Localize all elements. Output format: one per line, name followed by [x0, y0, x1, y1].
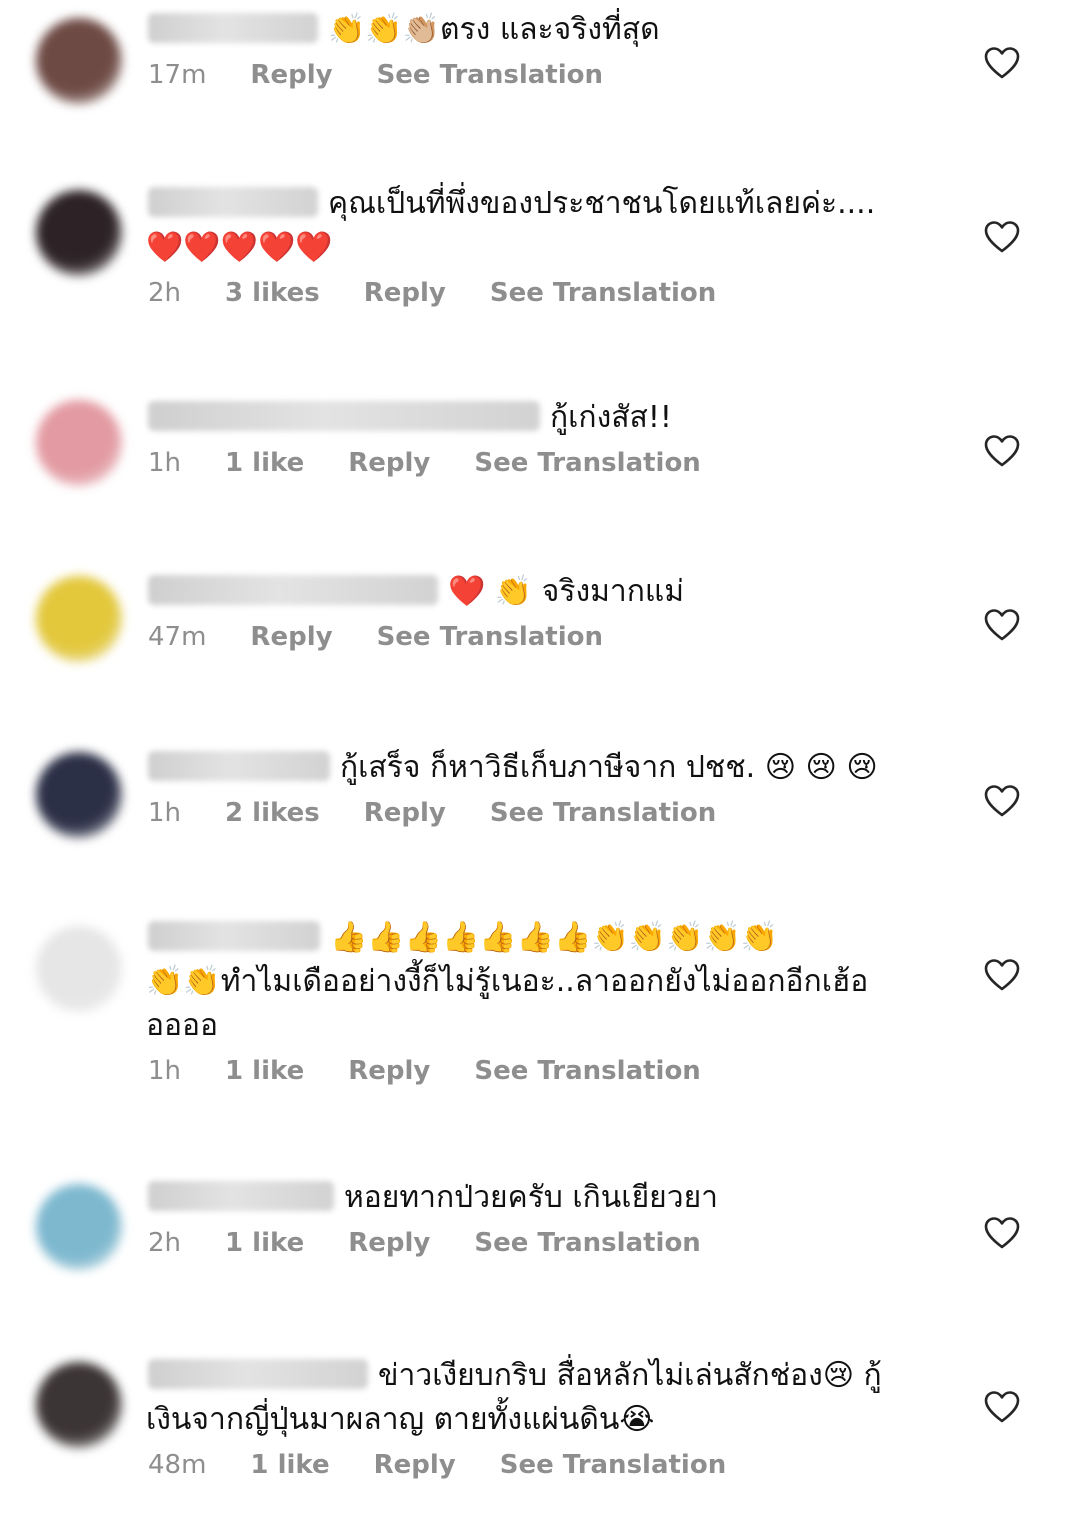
see-translation-button[interactable]: See Translation: [490, 278, 716, 308]
see-translation-button[interactable]: See Translation: [490, 798, 716, 828]
comment-body: ❤️ 👏 จริงมากแม่ 47m Reply See Translation: [148, 570, 938, 652]
comment-text-line: หอยทากป่วยครับ เกินเยียวยา: [148, 1176, 938, 1220]
avatar[interactable]: [36, 18, 122, 104]
comment-text: หอยทากป่วยครับ เกินเยียวยา: [344, 1180, 718, 1215]
heart-outline-icon[interactable]: [984, 608, 1020, 642]
username-blurred[interactable]: [148, 13, 318, 43]
timestamp: 48m: [148, 1450, 207, 1480]
see-translation-button[interactable]: See Translation: [377, 622, 603, 652]
comment-text: เงินจากญี่ปุ่นมาผลาญ ตายทั้งแผ่นดิน😭: [146, 1402, 655, 1437]
likes-count-link[interactable]: 1 like: [225, 1228, 304, 1258]
comment-text-line: กู้เก่งสัส!!: [148, 396, 938, 440]
comment-text: ข่าวเงียบกริบ สื่อหลักไม่เล่นสักช่อง😢 กู…: [378, 1358, 882, 1393]
heart-outline-icon[interactable]: [984, 434, 1020, 468]
comment-text-line: ❤️❤️❤️❤️❤️: [146, 226, 938, 270]
timestamp: 1h: [148, 1056, 182, 1086]
comment-meta: 17m Reply See Translation: [148, 60, 938, 90]
likes-count-link[interactable]: 1 like: [225, 448, 304, 478]
heart-outline-icon[interactable]: [984, 784, 1020, 818]
avatar[interactable]: [36, 576, 122, 662]
reply-button[interactable]: Reply: [364, 278, 446, 308]
comment-text: กู้เสร็จ ก็หาวิธีเก็บภาษีจาก ปชช. 😢 😢 😢: [340, 750, 878, 785]
comment-text-line: ออออ: [146, 1004, 938, 1048]
comment-text-line: 👏👏ทำไมเดืออย่างงี้ก็ไม่รู้เนอะ..ลาออกยัง…: [146, 960, 938, 1004]
comment-body: หอยทากป่วยครับ เกินเยียวยา 2h 1 like Reply S…: [148, 1176, 938, 1258]
reply-button[interactable]: Reply: [250, 622, 332, 652]
avatar[interactable]: [36, 752, 122, 838]
comment-text-line: 👍👍👍👍👍👍👍👏👏👏👏👏: [148, 916, 938, 960]
username-blurred[interactable]: [148, 921, 320, 951]
comment-body: กู้เสร็จ ก็หาวิธีเก็บภาษีจาก ปชช. 😢 😢 😢 1…: [148, 746, 938, 828]
comment-body: 👏👏👏🏼ตรง และจริงที่สุด 17m Reply See Transla…: [148, 8, 938, 90]
comment-meta: 1h 1 like Reply See Translation: [148, 448, 938, 478]
comment-text-line: คุณเป็นที่พึ่งของประชาชนโดยแท้เลยค่ะ....: [148, 182, 938, 226]
comment-meta: 2h 1 like Reply See Translation: [148, 1228, 938, 1258]
see-translation-button[interactable]: See Translation: [474, 1056, 700, 1086]
heart-outline-icon[interactable]: [984, 220, 1020, 254]
comment-text-line: 👏👏👏🏼ตรง และจริงที่สุด: [148, 8, 938, 52]
see-translation-button[interactable]: See Translation: [474, 1228, 700, 1258]
username-blurred[interactable]: [148, 401, 540, 431]
comment-text: ❤️ 👏 จริงมากแม่: [448, 574, 685, 609]
heart-outline-icon[interactable]: [984, 958, 1020, 992]
username-blurred[interactable]: [148, 187, 318, 217]
comment-text: ❤️❤️❤️❤️❤️: [146, 230, 333, 265]
comment-text-line: ข่าวเงียบกริบ สื่อหลักไม่เล่นสักช่อง😢 กู…: [148, 1354, 938, 1398]
timestamp: 1h: [148, 448, 182, 478]
reply-button[interactable]: Reply: [250, 60, 332, 90]
heart-outline-icon[interactable]: [984, 46, 1020, 80]
comment-text-line: กู้เสร็จ ก็หาวิธีเก็บภาษีจาก ปชช. 😢 😢 😢: [148, 746, 938, 790]
comment-meta: 48m 1 like Reply See Translation: [148, 1450, 938, 1480]
comment-text-line: เงินจากญี่ปุ่นมาผลาญ ตายทั้งแผ่นดิน😭: [146, 1398, 938, 1442]
timestamp: 2h: [148, 1228, 182, 1258]
timestamp: 1h: [148, 798, 182, 828]
see-translation-button[interactable]: See Translation: [500, 1450, 726, 1480]
timestamp: 2h: [148, 278, 182, 308]
username-blurred[interactable]: [148, 1359, 368, 1389]
heart-outline-icon[interactable]: [984, 1390, 1020, 1424]
avatar[interactable]: [36, 926, 122, 1012]
see-translation-button[interactable]: See Translation: [474, 448, 700, 478]
username-blurred[interactable]: [148, 575, 438, 605]
comment-text: 👏👏👏🏼ตรง และจริงที่สุด: [328, 12, 660, 47]
comment-body: กู้เก่งสัส!! 1h 1 like Reply See Translation: [148, 396, 938, 478]
timestamp: 47m: [148, 622, 207, 652]
comment-body: ข่าวเงียบกริบ สื่อหลักไม่เล่นสักช่อง😢 กู…: [146, 1354, 938, 1480]
timestamp: 17m: [148, 60, 207, 90]
comment-meta: 1h 2 likes Reply See Translation: [148, 798, 938, 828]
comment-meta: 2h 3 likes Reply See Translation: [148, 278, 938, 308]
reply-button[interactable]: Reply: [348, 1056, 430, 1086]
likes-count-link[interactable]: 1 like: [225, 1056, 304, 1086]
username-blurred[interactable]: [148, 1181, 334, 1211]
avatar[interactable]: [36, 1362, 122, 1448]
avatar[interactable]: [36, 1184, 122, 1270]
comment-meta: 1h 1 like Reply See Translation: [148, 1056, 938, 1086]
reply-button[interactable]: Reply: [364, 798, 446, 828]
reply-button[interactable]: Reply: [374, 1450, 456, 1480]
username-blurred[interactable]: [148, 751, 330, 781]
likes-count-link[interactable]: 2 likes: [225, 798, 320, 828]
comment-body: คุณเป็นที่พึ่งของประชาชนโดยแท้เลยค่ะ....…: [146, 182, 938, 308]
likes-count-link[interactable]: 3 likes: [225, 278, 320, 308]
comment-text: กู้เก่งสัส!!: [550, 400, 672, 435]
likes-count-link[interactable]: 1 like: [250, 1450, 329, 1480]
comment-text: 👍👍👍👍👍👍👍👏👏👏👏👏: [330, 920, 779, 955]
heart-outline-icon[interactable]: [984, 1216, 1020, 1250]
comment-text: คุณเป็นที่พึ่งของประชาชนโดยแท้เลยค่ะ....: [328, 186, 876, 221]
comment-body: 👍👍👍👍👍👍👍👏👏👏👏👏 👏👏ทำไมเดืออย่างงี้ก็ไม่รู้เน…: [146, 916, 938, 1086]
reply-button[interactable]: Reply: [348, 448, 430, 478]
reply-button[interactable]: Reply: [348, 1228, 430, 1258]
comment-meta: 47m Reply See Translation: [148, 622, 938, 652]
avatar[interactable]: [36, 190, 122, 276]
see-translation-button[interactable]: See Translation: [377, 60, 603, 90]
comment-text: ออออ: [146, 1008, 219, 1043]
avatar[interactable]: [36, 400, 122, 486]
comment-text-line: ❤️ 👏 จริงมากแม่: [148, 570, 938, 614]
comment-text: 👏👏ทำไมเดืออย่างงี้ก็ไม่รู้เนอะ..ลาออกยัง…: [146, 964, 869, 999]
